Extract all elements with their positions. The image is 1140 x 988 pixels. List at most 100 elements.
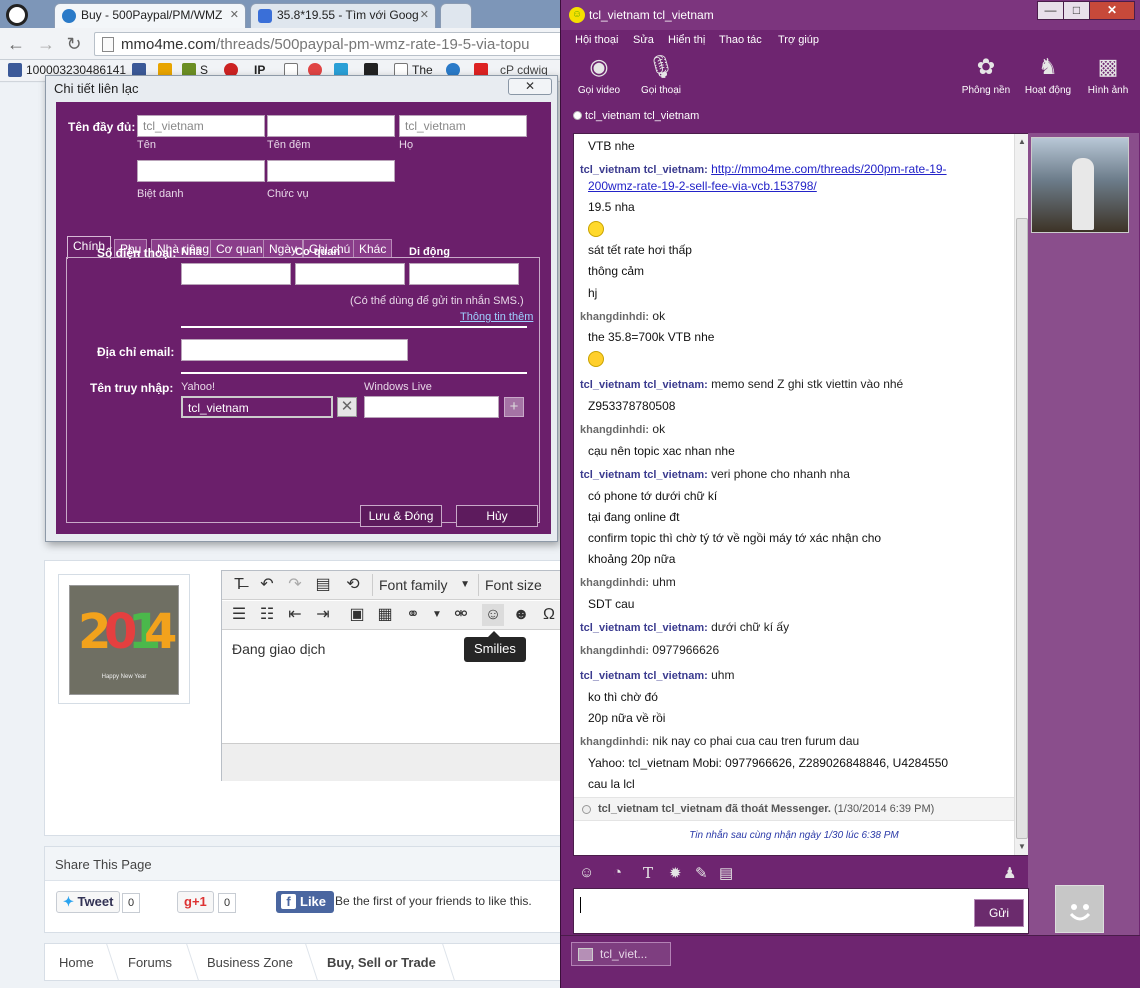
facebook-like-button[interactable]: f Like — [276, 891, 335, 913]
reload-icon[interactable]: ↻ — [64, 34, 84, 54]
special-char-icon[interactable]: Ω — [538, 604, 560, 626]
phone-home-field[interactable] — [181, 263, 291, 285]
tab-work[interactable]: Cơ quan — [210, 239, 269, 258]
close-button[interactable]: ✕ — [508, 78, 552, 95]
indent-icon[interactable]: ⇥ — [312, 604, 334, 626]
first-name-field[interactable]: tcl_vietnam — [137, 115, 265, 137]
minimize-button[interactable]: — — [1037, 1, 1064, 20]
more-info-link[interactable]: Thông tin thêm — [460, 311, 533, 323]
breadcrumb-home[interactable]: Home — [59, 955, 94, 970]
page-icon — [102, 37, 114, 52]
voice-call-button[interactable]: 🎙 Gọi thoại — [637, 52, 685, 102]
redo-icon[interactable]: ↷ — [284, 574, 306, 596]
undo-icon[interactable]: ↶ — [256, 574, 278, 596]
position-caption: Chức vụ — [267, 188, 309, 200]
activities-button[interactable]: ♞ Hoạt động — [1023, 52, 1073, 102]
tweet-button[interactable]: ✦ Tweet — [56, 891, 121, 913]
address-bar[interactable]: mmo4me.com/threads/500paypal-pm-wmz-rate… — [94, 32, 594, 56]
nickname-field[interactable] — [137, 160, 265, 182]
audible-icon[interactable]: ◔ — [613, 864, 622, 881]
link-dropdown-icon[interactable]: ▼ — [426, 604, 448, 626]
first-name-caption: Tên — [137, 139, 156, 151]
conversation-tab[interactable]: tcl_viet... — [571, 942, 671, 966]
menu-view[interactable]: Hiển thị — [668, 34, 705, 46]
message-input[interactable]: Gửi — [573, 888, 1029, 934]
phone-mobile-field[interactable] — [409, 263, 519, 285]
cancel-button[interactable]: Hủy — [456, 505, 538, 527]
maximize-button[interactable]: □ — [1063, 1, 1090, 20]
breadcrumb-business-zone[interactable]: Business Zone — [207, 955, 293, 970]
background-label: Phông nền — [961, 85, 1011, 96]
browser-tab[interactable]: 35.8*19.55 - Tìm với Goog ✕ — [250, 3, 436, 28]
close-window-button[interactable]: ✕ — [1089, 1, 1135, 20]
scroll-up-icon[interactable]: ▲ — [1017, 137, 1027, 146]
smilies-icon[interactable]: ☺ — [482, 604, 504, 626]
send-button[interactable]: Gửi — [974, 899, 1024, 927]
emoji-icon[interactable]: ☻ — [510, 604, 532, 626]
avatar[interactable]: 2 0 1 4 2014 Happy New Year — [58, 574, 190, 704]
chat-link[interactable]: http://mmo4me.com/threads/200pm-rate-19- — [711, 162, 946, 176]
chat-line: the 35.8=700k VTB nhe — [588, 330, 715, 344]
gplus-button[interactable]: g+1 — [177, 891, 214, 913]
bullet-list-icon[interactable]: ☰ — [228, 604, 250, 626]
yahoo-id-field[interactable]: tcl_vietnam — [181, 396, 333, 418]
email-field[interactable] — [181, 339, 408, 361]
remove-yahoo-id-button[interactable]: ✕ — [337, 397, 357, 417]
new-tab-button[interactable] — [440, 3, 472, 28]
close-tab-icon[interactable]: ✕ — [420, 8, 429, 21]
scroll-thumb[interactable] — [1016, 218, 1028, 839]
phone-work-field[interactable] — [295, 263, 405, 285]
font-family-select[interactable]: Font family ▼ — [372, 574, 476, 596]
breadcrumb-separator — [175, 944, 199, 980]
editor-content[interactable]: Đang giao dịch — [232, 641, 325, 657]
chat-history[interactable]: VTB nhe tcl_vietnam tcl_vietnam: http://… — [573, 133, 1029, 856]
text-format-icon[interactable]: T — [643, 864, 653, 882]
breadcrumb-buy-sell-trade[interactable]: Buy, Sell or Trade — [327, 955, 436, 970]
last-name-field[interactable]: tcl_vietnam — [399, 115, 527, 137]
font-size-select[interactable]: Font size — [478, 574, 562, 596]
menu-actions[interactable]: Thao tác — [719, 34, 762, 46]
tab-other[interactable]: Khác — [353, 239, 393, 258]
middle-name-field[interactable] — [267, 115, 395, 137]
chat-link[interactable]: 200wmz-rate-19-2-sell-fee-via-vcb.153798… — [588, 179, 817, 193]
chat-sender: khangdinhdi: — [580, 577, 650, 589]
back-icon[interactable]: ← — [6, 34, 26, 54]
menu-edit[interactable]: Sửa — [633, 34, 654, 46]
save-close-button[interactable]: Lưu & Đóng — [360, 505, 442, 527]
close-tab-icon[interactable]: ✕ — [230, 8, 239, 21]
media-icon[interactable]: ▦ — [374, 604, 396, 626]
emoticon-icon[interactable]: ☺ — [579, 864, 594, 881]
unlink-icon[interactable]: ⚮ — [450, 604, 472, 626]
outdent-icon[interactable]: ⇤ — [284, 604, 306, 626]
image-icon[interactable]: ▣ — [346, 604, 368, 626]
history-icon[interactable]: ⟲ — [342, 574, 364, 596]
numbered-list-icon[interactable]: ☷ — [256, 604, 278, 626]
breadcrumb-forums[interactable]: Forums — [128, 955, 172, 970]
add-windows-live-button[interactable]: + — [504, 397, 524, 417]
chat-line — [588, 351, 604, 370]
my-avatar[interactable] — [1055, 885, 1104, 933]
chat-line: có phone tớ dưới chữ kí — [588, 489, 718, 503]
chat-scrollbar[interactable]: ▲ ▼ — [1014, 134, 1028, 855]
position-field[interactable] — [267, 160, 395, 182]
photos-button[interactable]: ▩ Hình ảnh — [1083, 52, 1133, 102]
messenger-sidebar — [1028, 133, 1139, 935]
buzz-icon[interactable]: ✹ — [669, 864, 682, 882]
chat-sender: tcl_vietnam tcl_vietnam: — [580, 469, 708, 481]
menu-conversation[interactable]: Hội thoại — [575, 34, 618, 46]
chat-line: Z953378780508 — [588, 399, 676, 413]
browser-tab-active[interactable]: Buy - 500Paypal/PM/WMZ ✕ — [54, 3, 246, 28]
clear-format-icon[interactable]: T̶ — [228, 574, 250, 596]
scroll-down-icon[interactable]: ▼ — [1017, 842, 1027, 851]
paste-icon[interactable]: ▤ — [312, 574, 334, 596]
contact-details-icon[interactable]: ♟ — [1003, 864, 1016, 882]
windows-live-field[interactable] — [364, 396, 499, 418]
menu-help[interactable]: Trợ giúp — [778, 34, 819, 46]
video-call-button[interactable]: ◉ Gọi video — [575, 52, 623, 102]
forward-icon[interactable]: → — [36, 34, 56, 54]
share-photo-icon[interactable]: ▤ — [719, 864, 733, 882]
contact-photo[interactable] — [1031, 137, 1129, 233]
attach-icon[interactable]: ✎ — [695, 864, 708, 882]
background-button[interactable]: ✿ Phông nền — [961, 52, 1011, 102]
link-icon[interactable]: ⚭ — [402, 604, 424, 626]
